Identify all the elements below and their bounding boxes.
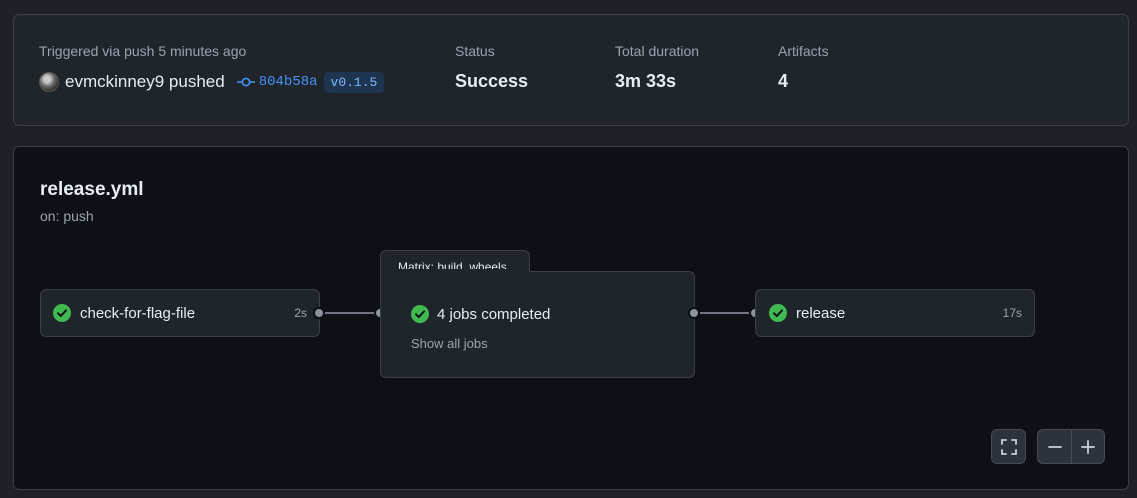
status-value: Success bbox=[455, 71, 529, 91]
connector-dot bbox=[688, 307, 700, 319]
minus-icon bbox=[1047, 439, 1063, 455]
job-check-for-flag-file[interactable]: check-for-flag-file 2s bbox=[40, 289, 320, 337]
run-summary: Triggered via push 5 minutes ago evmckin… bbox=[13, 14, 1129, 126]
matrix-summary: 4 jobs completed bbox=[437, 305, 551, 323]
status-label: Status bbox=[455, 43, 495, 59]
job-name: check-for-flag-file bbox=[80, 304, 196, 322]
matrix-tab-joint bbox=[381, 269, 529, 273]
fullscreen-icon bbox=[1000, 438, 1018, 456]
job-duration: 17s bbox=[1002, 306, 1022, 320]
actor-text[interactable]: evmckinney9 pushed bbox=[65, 72, 225, 92]
workflow-trigger: on: push bbox=[40, 208, 94, 224]
artifacts-value[interactable]: 4 bbox=[778, 71, 829, 92]
status-section: Status Success bbox=[455, 43, 528, 92]
job-name: release bbox=[796, 304, 846, 322]
plus-icon bbox=[1080, 439, 1096, 455]
job-duration: 2s bbox=[294, 306, 307, 320]
duration-value: 3m 33s bbox=[615, 71, 677, 91]
fullscreen-button[interactable] bbox=[991, 429, 1026, 464]
duration-label: Total duration bbox=[615, 43, 700, 59]
workflow-title[interactable]: release.yml bbox=[40, 179, 144, 201]
check-circle-icon bbox=[53, 304, 71, 322]
artifacts-label: Artifacts bbox=[778, 43, 829, 59]
matrix-build-wheels[interactable]: 4 jobs completed Show all jobs bbox=[380, 271, 695, 378]
job-release[interactable]: release 17s bbox=[755, 289, 1035, 337]
artifacts-section: Artifacts 4 bbox=[778, 43, 829, 92]
check-circle-icon bbox=[411, 305, 429, 323]
zoom-controls bbox=[1037, 429, 1105, 464]
workflow-graph: release.yml on: push check-for-flag-file… bbox=[13, 146, 1129, 490]
git-commit-icon bbox=[236, 76, 255, 88]
check-circle-icon bbox=[769, 304, 787, 322]
show-all-jobs-link[interactable]: Show all jobs bbox=[411, 336, 488, 351]
tag-badge[interactable]: v0.1.5 bbox=[323, 71, 385, 93]
trigger-label: Triggered via push 5 minutes ago bbox=[39, 43, 247, 59]
zoom-in-button[interactable] bbox=[1071, 430, 1104, 463]
avatar[interactable] bbox=[39, 72, 59, 92]
commit-sha-link[interactable]: 804b58a bbox=[259, 74, 318, 90]
connector-line bbox=[320, 312, 380, 314]
connector-line bbox=[695, 312, 755, 314]
zoom-out-button[interactable] bbox=[1038, 430, 1071, 463]
connector-dot bbox=[313, 307, 325, 319]
duration-section: Total duration 3m 33s bbox=[615, 43, 699, 92]
trigger-section: Triggered via push 5 minutes ago evmckin… bbox=[39, 43, 385, 94]
